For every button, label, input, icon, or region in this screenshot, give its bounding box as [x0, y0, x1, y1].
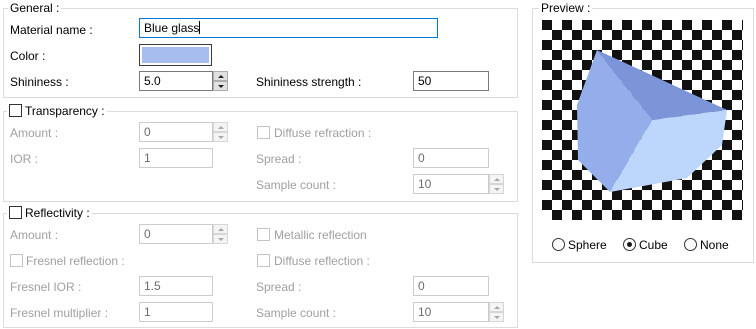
- fresnel-multiplier-label: Fresnel multiplier :: [10, 306, 109, 320]
- fresnel-ior-label: Fresnel IOR :: [10, 280, 82, 294]
- none-radio-label: None: [700, 238, 729, 252]
- shininess-strength-label: Shininess strength :: [256, 75, 362, 89]
- transparency-ior-input[interactable]: 1: [139, 148, 213, 168]
- transparency-sample-count-input[interactable]: 10: [413, 174, 489, 194]
- radio-selected-dot: [627, 242, 632, 247]
- spin-up-icon: [217, 227, 224, 231]
- transparency-sample-count-spin-down-button[interactable]: [489, 184, 504, 194]
- reflectivity-amount-spin-down-button[interactable]: [213, 234, 228, 244]
- color-label: Color :: [10, 49, 46, 63]
- transparency-spread-label: Spread :: [256, 152, 302, 166]
- diffuse-refraction-label: Diffuse refraction :: [274, 126, 372, 140]
- reflectivity-amount-spin-up-button[interactable]: [213, 224, 228, 234]
- shininess-input[interactable]: 5.0: [139, 71, 213, 91]
- reflectivity-legend-label: Reflectivity :: [25, 206, 90, 220]
- shininess-label: Shininess :: [10, 75, 69, 89]
- reflectivity-sample-count-spin-down-button[interactable]: [489, 312, 504, 322]
- transparency-checkbox[interactable]: [9, 104, 22, 117]
- cube-radio[interactable]: [623, 238, 636, 251]
- transparency-sample-count-spin-up-button[interactable]: [489, 174, 504, 184]
- transparency-legend: Transparency :: [7, 104, 107, 118]
- transparency-legend-label: Transparency :: [25, 104, 105, 118]
- none-radio[interactable]: [684, 238, 697, 251]
- reflectivity-amount-input[interactable]: 0: [139, 224, 213, 244]
- transparency-amount-spin-up-button[interactable]: [213, 122, 228, 132]
- transparency-sample-count-spinner[interactable]: [489, 174, 504, 194]
- transparency-spread-input[interactable]: 0: [413, 148, 489, 168]
- spin-down-icon: [217, 84, 224, 88]
- preview-legend: Preview :: [539, 1, 593, 15]
- transparency-ior-label: IOR :: [10, 152, 39, 166]
- text-caret: [199, 21, 201, 34]
- preview-canvas: [542, 20, 743, 220]
- fresnel-ior-input[interactable]: 1.5: [139, 276, 213, 296]
- spin-up-icon: [493, 305, 500, 309]
- spin-down-icon: [217, 135, 224, 139]
- reflectivity-spread-label: Spread :: [256, 280, 302, 294]
- reflectivity-amount-label: Amount :: [10, 228, 59, 242]
- diffuse-reflection-checkbox[interactable]: [257, 254, 270, 267]
- metallic-reflection-checkbox[interactable]: [257, 228, 270, 241]
- spin-up-icon: [217, 74, 224, 78]
- material-name-label: Material name :: [10, 23, 93, 37]
- spin-down-icon: [493, 315, 500, 319]
- cube-radio-label: Cube: [639, 238, 668, 252]
- sphere-radio[interactable]: [552, 238, 565, 251]
- shininess-strength-input[interactable]: 50: [413, 71, 489, 91]
- reflectivity-sample-count-spinner[interactable]: [489, 302, 504, 322]
- fresnel-reflection-label: Fresnel reflection :: [26, 254, 125, 268]
- transparency-amount-label: Amount :: [10, 126, 59, 140]
- reflectivity-sample-count-input[interactable]: 10: [413, 302, 489, 322]
- reflectivity-sample-count-label: Sample count :: [256, 306, 337, 320]
- fresnel-multiplier-input[interactable]: 1: [139, 302, 213, 322]
- transparency-amount-spin-down-button[interactable]: [213, 132, 228, 142]
- diffuse-refraction-checkbox[interactable]: [257, 126, 270, 139]
- transparency-amount-input[interactable]: 0: [139, 122, 213, 142]
- spin-down-icon: [493, 187, 500, 191]
- diffuse-reflection-label: Diffuse reflection :: [274, 254, 370, 268]
- shininess-spinner[interactable]: [213, 71, 228, 91]
- color-swatch-fill: [142, 47, 209, 63]
- sphere-radio-label: Sphere: [568, 238, 607, 252]
- reflectivity-legend: Reflectivity :: [7, 206, 92, 220]
- reflectivity-checkbox[interactable]: [9, 206, 22, 219]
- general-legend: General :: [8, 1, 62, 15]
- spin-down-icon: [217, 237, 224, 241]
- reflectivity-spread-input[interactable]: 0: [413, 276, 489, 296]
- shininess-spin-down-button[interactable]: [213, 81, 228, 91]
- reflectivity-amount-spinner[interactable]: [213, 224, 228, 244]
- fresnel-reflection-checkbox[interactable]: [10, 254, 23, 267]
- spin-up-icon: [493, 177, 500, 181]
- reflectivity-sample-count-spin-up-button[interactable]: [489, 302, 504, 312]
- material-name-value: Blue glass: [144, 21, 200, 35]
- metallic-reflection-label: Metallic reflection: [274, 228, 367, 242]
- material-name-input[interactable]: Blue glass: [139, 18, 438, 38]
- spin-up-icon: [217, 125, 224, 129]
- transparency-sample-count-label: Sample count :: [256, 178, 337, 192]
- shininess-spin-up-button[interactable]: [213, 71, 228, 81]
- transparency-amount-spinner[interactable]: [213, 122, 228, 142]
- color-swatch-button[interactable]: [139, 44, 212, 66]
